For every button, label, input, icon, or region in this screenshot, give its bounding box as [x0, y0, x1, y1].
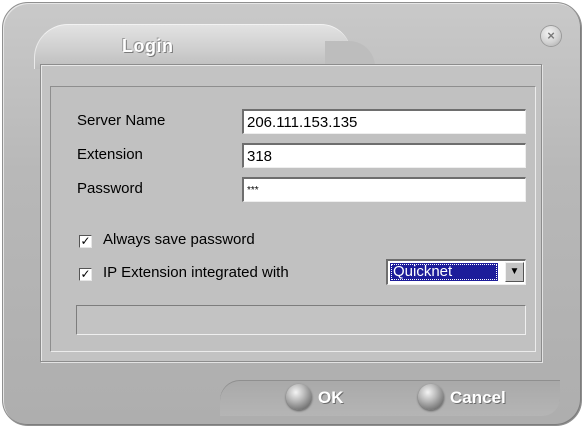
integration-select[interactable]: Quicknet ▼: [386, 259, 526, 285]
ip-extension-checkbox[interactable]: ✓: [79, 268, 92, 281]
title-tab: [34, 24, 375, 69]
cancel-button-label: Cancel: [450, 388, 506, 407]
chevron-down-icon[interactable]: ▼: [505, 262, 524, 282]
save-password-checkbox[interactable]: ✓: [79, 235, 92, 248]
extension-input[interactable]: [242, 143, 526, 168]
close-icon[interactable]: ×: [541, 26, 561, 46]
extension-label: Extension: [77, 146, 143, 163]
cancel-button[interactable]: Cancel: [418, 384, 528, 412]
dialog-title: Login: [122, 36, 174, 56]
ok-button-label: OK: [318, 388, 344, 407]
ip-extension-label[interactable]: IP Extension integrated with: [103, 264, 289, 281]
cancel-orb-icon: [418, 384, 444, 410]
server-name-label: Server Name: [77, 112, 166, 129]
password-label: Password: [77, 180, 143, 197]
ok-orb-icon: [286, 384, 312, 410]
password-input[interactable]: [242, 177, 526, 202]
status-bar: [76, 305, 526, 335]
ok-button[interactable]: OK: [286, 384, 358, 412]
server-name-input[interactable]: [242, 109, 526, 134]
save-password-label[interactable]: Always save password: [103, 231, 255, 248]
integration-selected-value: Quicknet: [390, 263, 498, 281]
